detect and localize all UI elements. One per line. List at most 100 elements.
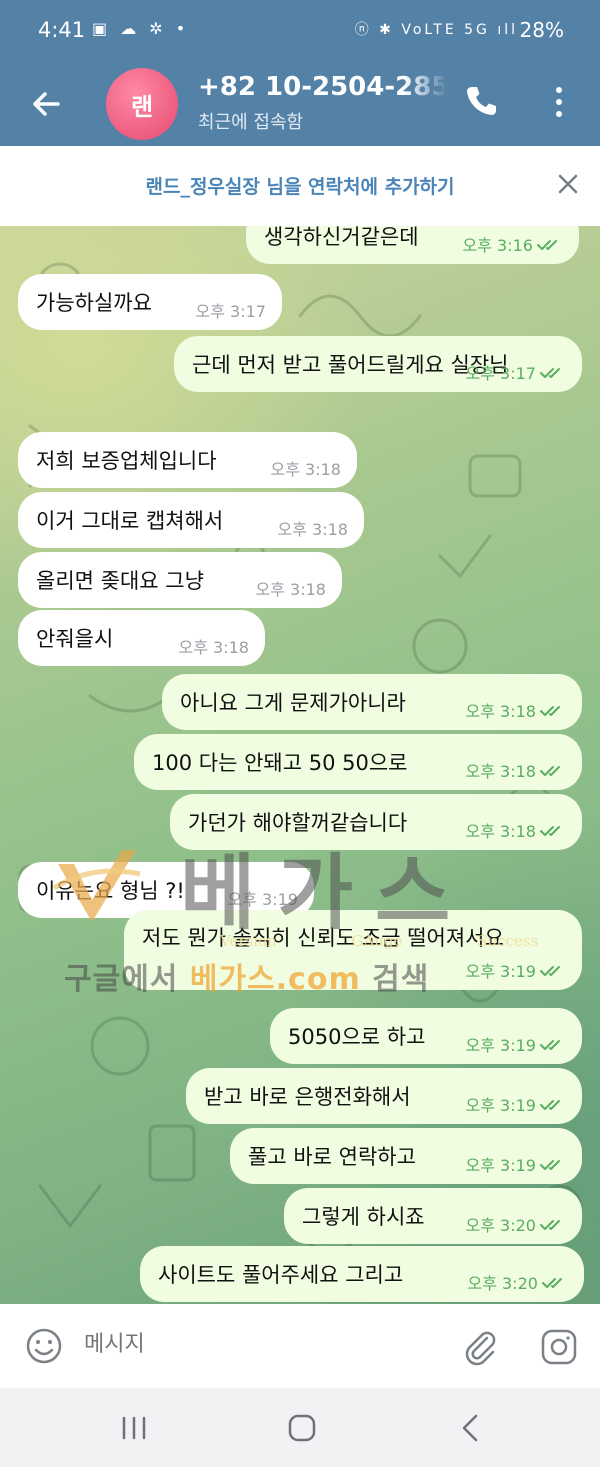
message-text: 생각하신거같은데 — [264, 226, 419, 249]
double-check-icon — [540, 763, 566, 777]
double-check-icon — [540, 703, 566, 717]
avatar[interactable]: 랜 — [106, 68, 178, 140]
watermark-prefix: 구글에서 — [64, 962, 190, 997]
watermark-search-line: 구글에서 베가스.com 검색 — [64, 954, 429, 998]
outgoing-message[interactable]: 풀고 바로 연락하고 오후 3:19 — [230, 1128, 582, 1184]
watermark-title: 베가스 — [180, 846, 473, 941]
more-menu-button[interactable] — [544, 80, 574, 124]
message-text: 저희 보증업체입니다 — [36, 449, 217, 473]
battery-level: 28% — [519, 18, 564, 42]
double-check-icon — [537, 237, 563, 251]
double-check-icon — [540, 1217, 566, 1231]
double-check-icon — [540, 823, 566, 837]
message-meta: 오후 3:18 — [256, 576, 326, 600]
incoming-message[interactable]: 이거 그대로 캡쳐해서 오후 3:18 — [18, 492, 364, 548]
double-check-icon — [542, 1275, 568, 1289]
recents-icon — [122, 1416, 146, 1440]
incoming-message[interactable]: 올리면 좆대요 그냥 오후 3:18 — [18, 552, 342, 608]
recents-button[interactable] — [116, 1410, 152, 1446]
message-time: 오후 3:18 — [465, 702, 536, 721]
outgoing-message[interactable]: 받고 바로 은행전화해서 오후 3:19 — [186, 1068, 582, 1124]
message-text: 받고 바로 은행전화해서 — [204, 1085, 411, 1109]
message-text: 이거 그대로 캡쳐해서 — [36, 509, 224, 533]
message-time: 오후 3:19 — [465, 962, 536, 981]
watermark-highlight: 베가스.com — [189, 962, 361, 997]
message-text: 그렇게 하시죠 — [302, 1205, 425, 1229]
message-input[interactable] — [84, 1332, 424, 1357]
emoji-button[interactable] — [24, 1326, 64, 1366]
add-contact-banner: 랜드_정우실장 님을 연락처에 추가하기 — [0, 146, 600, 226]
message-time: 오후 3:18 — [465, 822, 536, 841]
message-meta: 오후 3:18 — [466, 758, 566, 782]
close-banner-button[interactable] — [552, 168, 584, 200]
message-time: 오후 3:20 — [467, 1274, 538, 1293]
system-nav-bar — [0, 1388, 600, 1467]
double-check-icon — [540, 1097, 566, 1111]
outgoing-message[interactable]: 근데 먼저 받고 풀어드릴게요 실장님 오후 3:17 — [174, 336, 582, 392]
system-icons: ⓝ ✱ VoLTE 5G ıll — [354, 22, 518, 38]
outgoing-message[interactable]: 아니요 그게 문제가아니라 오후 3:18 — [162, 674, 582, 730]
message-text: 100 다는 안돼고 50 50으로 — [152, 751, 408, 775]
message-meta: 오후 3:19 — [466, 1092, 566, 1116]
message-time: 오후 3:17 — [195, 302, 266, 321]
close-icon — [558, 174, 578, 194]
incoming-message[interactable]: 안줘을시 오후 3:18 — [18, 610, 265, 666]
message-meta: 오후 3:18 — [466, 698, 566, 722]
incoming-message[interactable]: 가능하실까요 오후 3:17 — [18, 274, 282, 330]
message-time: 오후 3:20 — [465, 1216, 536, 1235]
system-back-button[interactable] — [452, 1408, 488, 1448]
call-button[interactable] — [460, 80, 502, 122]
message-meta: 오후 3:18 — [179, 634, 249, 658]
chevron-left-icon — [462, 1414, 478, 1442]
camera-button[interactable] — [538, 1326, 580, 1368]
message-time: 오후 3:18 — [465, 762, 536, 781]
message-meta: 오후 3:19 — [466, 958, 566, 982]
status-bar: 4:41 ▣ ☁ ✲ • ⓝ ✱ VoLTE 5G ıll 28% — [0, 0, 600, 62]
message-time: 오후 3:19 — [465, 1036, 536, 1055]
watermark-logo — [52, 850, 141, 922]
message-text: 사이트도 풀어주세요 그리고 — [158, 1263, 404, 1287]
back-button[interactable] — [24, 82, 68, 126]
paperclip-icon — [465, 1331, 496, 1366]
contact-last-seen: 최근에 접속함 — [198, 112, 304, 133]
notification-icons: ▣ ☁ ✲ • — [92, 19, 190, 38]
message-meta: 오후 3:18 — [278, 516, 348, 540]
watermark-subtitle: Version GAuge Success — [220, 932, 539, 950]
message-meta: 오후 3:18 — [271, 456, 341, 480]
chat-messages[interactable]: 생각하신거같은데 오후 3:16 가능하실까요 오후 3:17 근데 먼저 받고 풀어드… — [0, 226, 600, 1304]
message-text: 가능하실까요 — [36, 291, 152, 315]
message-text: 올리면 좆대요 그냥 — [36, 569, 204, 593]
add-contact-link[interactable]: 랜드_정우실장 님을 연락처에 추가하기 — [0, 172, 600, 199]
message-time: 오후 3:19 — [465, 1096, 536, 1115]
message-time: 오후 3:18 — [178, 638, 249, 657]
double-check-icon — [540, 1157, 566, 1171]
home-button[interactable] — [282, 1408, 322, 1448]
message-meta: 오후 3:20 — [466, 1212, 566, 1236]
outgoing-message[interactable]: 그렇게 하시죠 오후 3:20 — [284, 1188, 582, 1244]
double-check-icon — [540, 365, 566, 379]
message-text: 아니요 그게 문제가아니라 — [180, 691, 406, 715]
incoming-message[interactable]: 저희 보증업체입니다 오후 3:18 — [18, 432, 357, 488]
message-time: 오후 3:18 — [270, 460, 341, 479]
attach-button[interactable] — [460, 1326, 500, 1366]
contact-name-fade — [404, 72, 448, 106]
outgoing-message[interactable]: 생각하신거같은데 오후 3:16 — [246, 226, 579, 264]
message-meta: 오후 3:17 — [196, 298, 266, 322]
outgoing-message[interactable]: 5050으로 하고 오후 3:19 — [270, 1008, 582, 1064]
message-meta: 오후 3:17 — [466, 360, 566, 384]
message-meta: 오후 3:19 — [466, 1032, 566, 1056]
home-icon — [288, 1414, 316, 1442]
status-time: 4:41 — [38, 18, 86, 42]
camera-icon — [541, 1329, 577, 1365]
outgoing-message[interactable]: 사이트도 풀어주세요 그리고 오후 3:20 — [140, 1246, 584, 1302]
chat-header: 랜 +82 10-2504-2852 최근에 접속함 — [0, 62, 600, 146]
double-check-icon — [540, 1037, 566, 1051]
outgoing-message[interactable]: 100 다는 안돼고 50 50으로 오후 3:18 — [134, 734, 582, 790]
message-meta: 오후 3:19 — [466, 1152, 566, 1176]
double-check-icon — [540, 963, 566, 977]
watermark-suffix: 검색 — [360, 962, 430, 997]
message-time: 오후 3:18 — [255, 580, 326, 599]
message-text: 근데 먼저 받고 풀어드릴게요 실장님 — [192, 353, 509, 377]
message-time: 오후 3:16 — [462, 236, 533, 255]
message-text: 안줘을시 — [36, 627, 114, 651]
